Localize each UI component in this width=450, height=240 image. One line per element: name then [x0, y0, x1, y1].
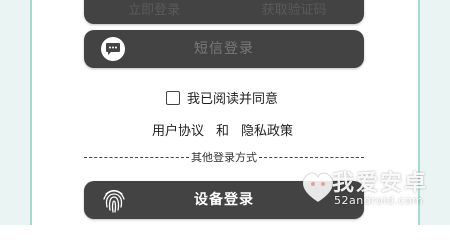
other-login-divider: 其他登录方式 — [84, 150, 364, 164]
agreement-row[interactable]: 我已阅读并同意 — [166, 88, 278, 107]
user-agreement-link[interactable]: 用户协议 — [152, 120, 204, 139]
device-frame-left — [0, 0, 32, 225]
policy-links: 用户协议 和 隐私政策 — [152, 120, 293, 139]
agreement-checkbox[interactable] — [166, 90, 180, 105]
privacy-policy-link[interactable]: 隐私政策 — [241, 120, 293, 139]
get-code-button[interactable]: 获取验证码 — [224, 0, 364, 24]
sms-login-button[interactable]: 短信登录 — [84, 30, 364, 68]
watermark: 我爱安卓 52android.com — [296, 164, 442, 216]
sms-login-label: 短信登录 — [194, 41, 254, 57]
divider-line-left — [84, 156, 189, 158]
login-button[interactable]: 立即登录 — [84, 0, 224, 24]
watermark-url: 52android.com — [334, 194, 424, 207]
divider-line-right — [259, 156, 364, 158]
agreement-text: 我已阅读并同意 — [187, 92, 279, 107]
and-text: 和 — [216, 124, 230, 139]
other-login-label: 其他登录方式 — [191, 151, 257, 164]
top-buttons-row: 立即登录 获取验证码 — [84, 0, 364, 24]
watermark-brand: 我爱安卓 — [332, 171, 429, 196]
